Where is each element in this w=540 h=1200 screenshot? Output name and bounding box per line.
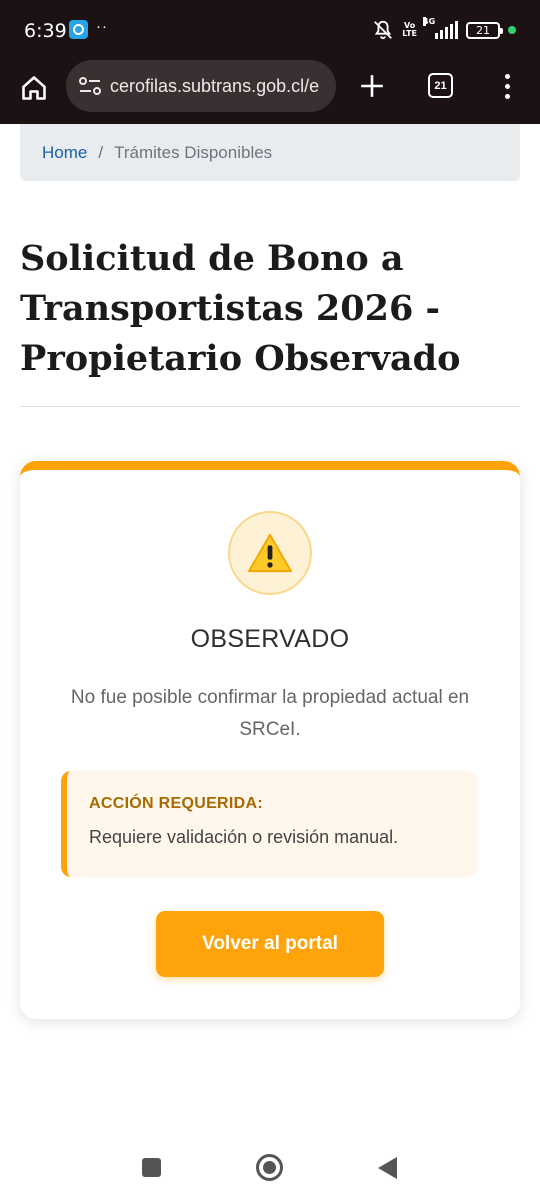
status-heading: OBSERVADO [190, 625, 350, 653]
notification-app-icon [69, 20, 88, 39]
system-nav-bar [0, 1136, 540, 1200]
title-divider [20, 406, 520, 407]
plus-icon [361, 75, 383, 97]
volte-indicator: Vo LTE [402, 21, 417, 38]
more-icon[interactable] [492, 66, 522, 106]
url-text: cerofilas.subtrans.gob.cl/e [110, 75, 320, 96]
bell-off-icon [374, 20, 393, 40]
result-card: OBSERVADO No fue posible confirmar la pr… [20, 461, 520, 1019]
breadcrumb-home-link[interactable]: Home [42, 143, 87, 163]
battery-icon: 21 [466, 21, 503, 39]
browser-toolbar: cerofilas.subtrans.gob.cl/e 21 [0, 60, 540, 124]
status-message: No fue posible confirmar la propiedad ac… [70, 687, 470, 740]
site-settings-icon[interactable] [78, 75, 102, 97]
page-title: Solicitud de Bono a Transportistas 2026 … [20, 238, 461, 379]
back-to-portal-button[interactable]: Volver al portal [156, 911, 384, 977]
recent-apps-button[interactable] [142, 1158, 161, 1177]
status-bar: 6:39 ·· Vo LTE 4G 21 [0, 0, 540, 60]
new-tab-button[interactable] [352, 66, 392, 106]
breadcrumb: Home / Trámites Disponibles [20, 124, 520, 181]
warning-badge [228, 511, 312, 595]
warning-icon [248, 533, 292, 573]
home-icon [22, 76, 46, 100]
address-bar[interactable]: cerofilas.subtrans.gob.cl/e [66, 60, 336, 112]
breadcrumb-separator: / [98, 142, 104, 162]
action-required-box: ACCIÓN REQUERIDA: Requiere validación o … [61, 771, 477, 877]
system-home-button[interactable] [256, 1154, 283, 1181]
status-time: 6:39 [24, 20, 67, 42]
home-button[interactable] [14, 68, 54, 108]
tab-count: 21 [434, 79, 447, 92]
action-required-text: Requiere validación o revisión manual. [89, 827, 399, 847]
back-button[interactable] [378, 1157, 397, 1179]
network-type: 4G [423, 17, 436, 26]
tab-switcher-button[interactable]: 21 [428, 73, 453, 98]
breadcrumb-current: Trámites Disponibles [114, 142, 273, 162]
status-icons: Vo LTE 4G 21 [372, 17, 516, 41]
notification-dots: ·· [96, 18, 108, 35]
signal-strength-icon: 4G [423, 17, 458, 39]
action-required-label: ACCIÓN REQUERIDA: [89, 795, 263, 812]
privacy-indicator-dot [508, 26, 516, 34]
